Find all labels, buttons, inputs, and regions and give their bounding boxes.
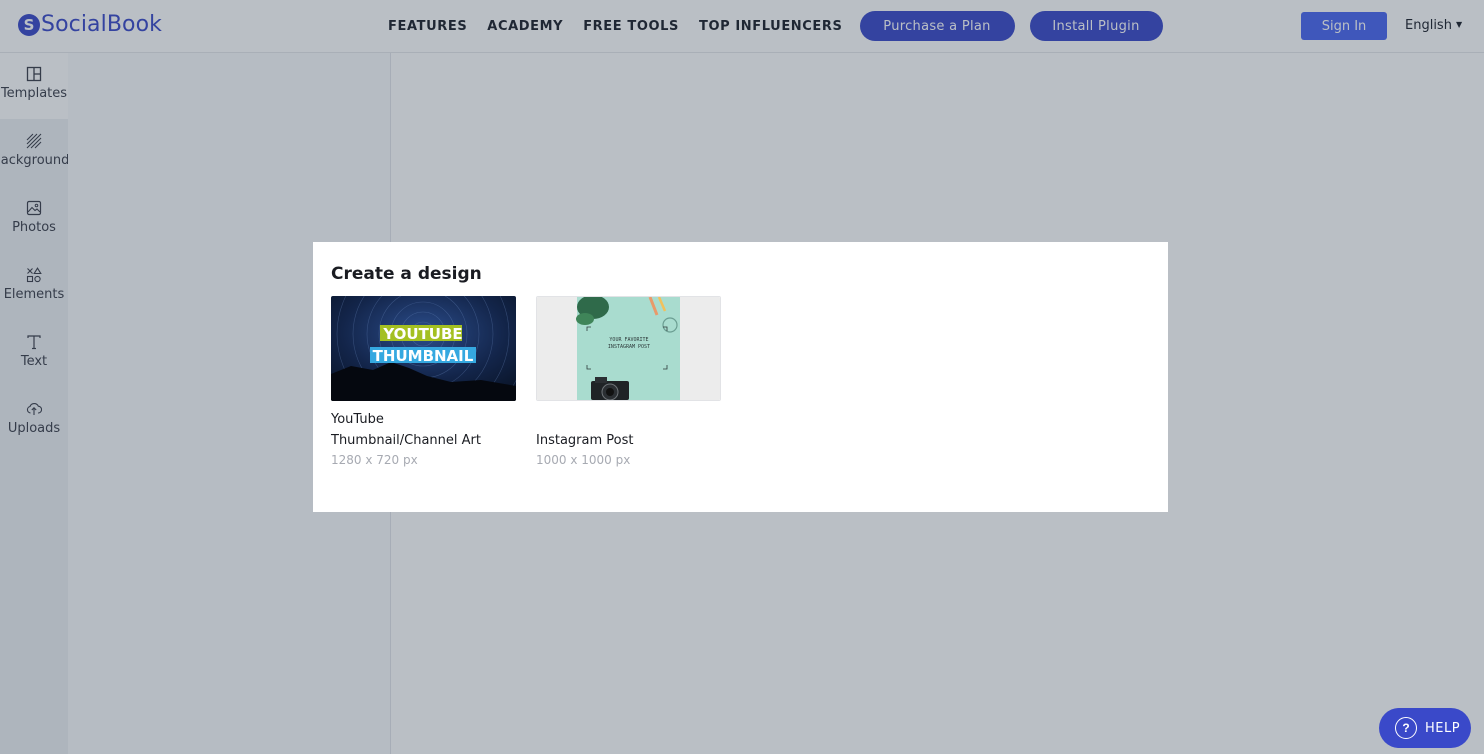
youtube-thumbnail-image: YOUTUBE THUMBNAIL xyxy=(331,296,516,401)
thumb-youtube-line1: YOUTUBE xyxy=(382,325,462,343)
design-name-youtube-line2: Thumbnail/Channel Art xyxy=(331,433,481,448)
thumb-instagram-line1: YOUR FAVORITE xyxy=(609,337,648,343)
design-name-youtube: YouTube Thumbnail/Channel Art xyxy=(331,409,516,451)
help-button[interactable]: ? HELP xyxy=(1379,708,1471,748)
youtube-thumbnail-preview[interactable]: YOUTUBE THUMBNAIL xyxy=(331,296,516,401)
design-name-instagram: Instagram Post xyxy=(536,433,634,448)
design-option-youtube-thumbnail[interactable]: YOUTUBE THUMBNAIL YouTube Thumbnail/Chan… xyxy=(331,296,516,467)
thumb-instagram-line2: INSTAGRAM POST xyxy=(608,344,650,350)
design-size-instagram: 1000 x 1000 px xyxy=(536,453,631,467)
thumb-youtube-line2: THUMBNAIL xyxy=(373,347,474,365)
question-mark-icon: ? xyxy=(1395,717,1417,739)
design-name-youtube-line1: YouTube xyxy=(331,412,384,427)
design-option-instagram-post[interactable]: YOUR FAVORITE INSTAGRAM POST Instagram P… xyxy=(536,296,721,467)
help-label: HELP xyxy=(1425,720,1461,736)
design-size-youtube: 1280 x 720 px xyxy=(331,453,418,467)
create-design-dialog: Create a design YOUTUBE THUMBNAIL YouTub… xyxy=(313,242,1168,512)
instagram-post-preview[interactable]: YOUR FAVORITE INSTAGRAM POST xyxy=(536,296,721,401)
instagram-post-image: YOUR FAVORITE INSTAGRAM POST xyxy=(537,297,720,400)
dialog-title: Create a design xyxy=(331,264,482,284)
